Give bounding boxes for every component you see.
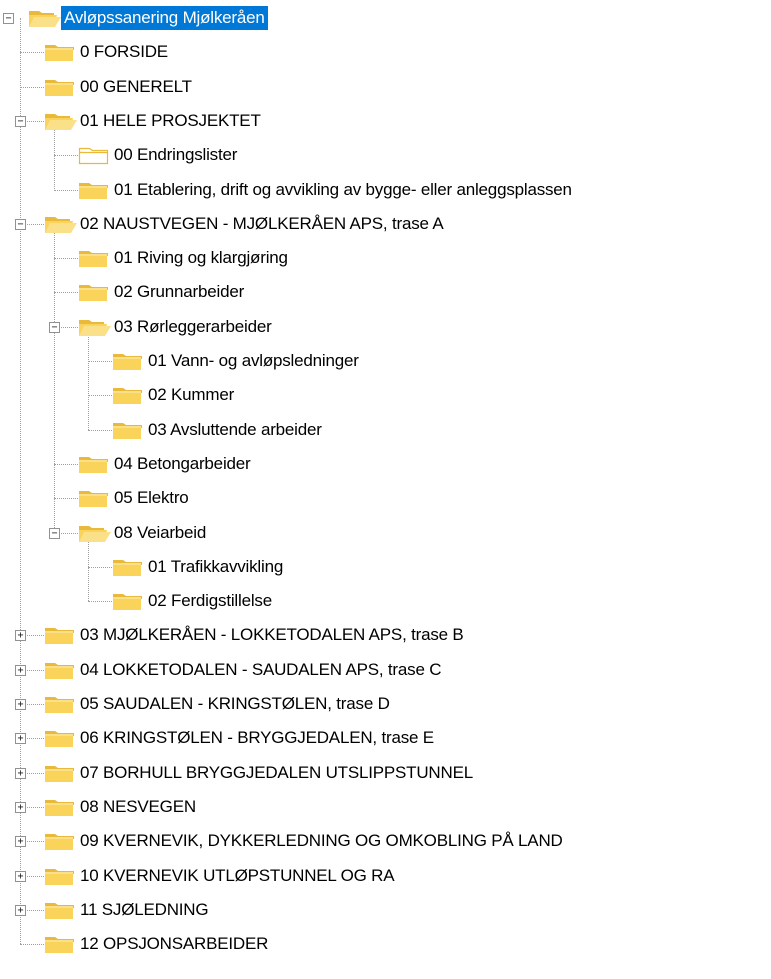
folder-icon <box>44 934 78 954</box>
tree-item-label: 03 MJØLKERÅEN - LOKKETODALEN APS, trase … <box>80 625 464 645</box>
collapse-toggle-icon[interactable]: − <box>49 527 60 539</box>
expand-toggle-icon[interactable]: + <box>15 630 26 642</box>
tree-item-label: 05 SAUDALEN - KRINGSTØLEN, trase D <box>80 694 390 713</box>
folder-icon <box>44 625 78 645</box>
tree-item-label: 01 Vann- og avløpsledninger <box>148 351 359 370</box>
expand-toggle-icon[interactable]: + <box>15 836 26 848</box>
collapse-toggle-icon[interactable]: − <box>15 115 26 127</box>
open-folder-icon <box>44 111 78 131</box>
tree-item-label: Avløpssanering Mjølkeråen <box>61 6 268 30</box>
folder-icon <box>112 591 146 611</box>
tree-item-label: 00 GENERELT <box>80 76 192 96</box>
tree-item-label: 12 OPSJONSARBEIDER <box>80 934 269 954</box>
tree-item-label: 06 KRINGSTØLEN - BRYGGJEDALEN, trase E <box>80 728 434 748</box>
open-folder-icon <box>44 214 78 234</box>
open-folder-icon <box>28 8 62 28</box>
folder-icon <box>78 248 112 268</box>
tree-item-label: 00 Endringslister <box>114 145 238 165</box>
tree-item-label: 04 Betongarbeider <box>114 453 251 473</box>
folder-icon <box>78 282 112 302</box>
folder-icon <box>44 42 78 62</box>
tree-item-label: 02 NAUSTVEGEN - MJØLKERÅEN APS, trase A <box>80 213 444 233</box>
folder-icon <box>78 488 112 508</box>
tree-item-label: 02 Ferdigstillelse <box>148 591 272 611</box>
folder-icon <box>44 77 78 97</box>
folder-icon <box>78 180 112 200</box>
folder-icon <box>112 557 146 577</box>
folder-tree: − Avløpssanering Mjølkeråen 0 FORSIDE 00 GE… <box>0 0 771 979</box>
folder-icon <box>44 866 78 886</box>
expand-toggle-icon[interactable]: + <box>15 801 26 813</box>
expand-toggle-icon[interactable]: + <box>15 699 26 710</box>
tree-item-label: 08 NESVEGEN <box>80 796 196 816</box>
tree-item-label: 02 Grunnarbeider <box>114 282 245 302</box>
open-folder-icon <box>78 523 112 543</box>
tree-item-label: 03 Rørleggerarbeider <box>114 316 272 336</box>
folder-icon <box>78 454 112 474</box>
folder-icon <box>112 351 146 371</box>
tree-item-label: 11 SJØLEDNING <box>80 899 209 919</box>
collapse-toggle-icon[interactable]: − <box>15 218 26 230</box>
tree-item-label: 05 Elektro <box>114 488 189 508</box>
tree-item-label: 01 Trafikkavvikling <box>148 556 284 576</box>
folder-icon <box>112 420 146 440</box>
tree-item-label: 04 LOKKETODALEN - SAUDALEN APS, trase C <box>80 659 442 679</box>
expand-toggle-icon[interactable]: + <box>15 733 26 745</box>
tree-item-label: 02 Kummer <box>148 385 235 405</box>
tree-item-label: 0 FORSIDE <box>80 42 168 62</box>
expand-toggle-icon[interactable]: + <box>15 767 26 779</box>
tree-guide-line <box>88 326 89 430</box>
folder-icon <box>44 763 78 783</box>
tree-item-label: 03 Avsluttende arbeider <box>148 419 322 439</box>
expand-toggle-icon[interactable]: + <box>15 870 26 882</box>
tree-item-label: 01 Riving og klargjøring <box>114 248 288 268</box>
expand-toggle-icon[interactable]: + <box>15 904 26 916</box>
folder-icon <box>44 694 78 714</box>
tree-item-label: 07 BORHULL BRYGGJEDALEN UTSLIPPSTUNNEL <box>80 762 473 782</box>
folder-icon <box>44 660 78 680</box>
folder-icon <box>44 728 78 748</box>
tree-item-label: 10 KVERNEVIK UTLØPSTUNNEL OG RA <box>80 865 395 885</box>
tree-item-label: 01 Etablering, drift og avvikling av byg… <box>114 179 572 199</box>
folder-icon <box>44 900 78 920</box>
folder-icon <box>44 797 78 817</box>
tree-item-label: 08 Veiarbeid <box>114 522 207 542</box>
tree-item-label: 09 KVERNEVIK, DYKKERLEDNING OG OMKOBLING… <box>80 831 563 851</box>
expand-toggle-icon[interactable]: + <box>15 664 26 676</box>
collapse-toggle-icon[interactable]: − <box>3 13 14 24</box>
tree-item-label: 01 HELE PROSJEKTET <box>80 110 261 130</box>
open-folder-icon <box>78 317 112 337</box>
folder-icon <box>44 831 78 851</box>
empty-folder-icon <box>78 145 112 165</box>
collapse-toggle-icon[interactable]: − <box>49 321 60 333</box>
folder-icon <box>112 385 146 405</box>
